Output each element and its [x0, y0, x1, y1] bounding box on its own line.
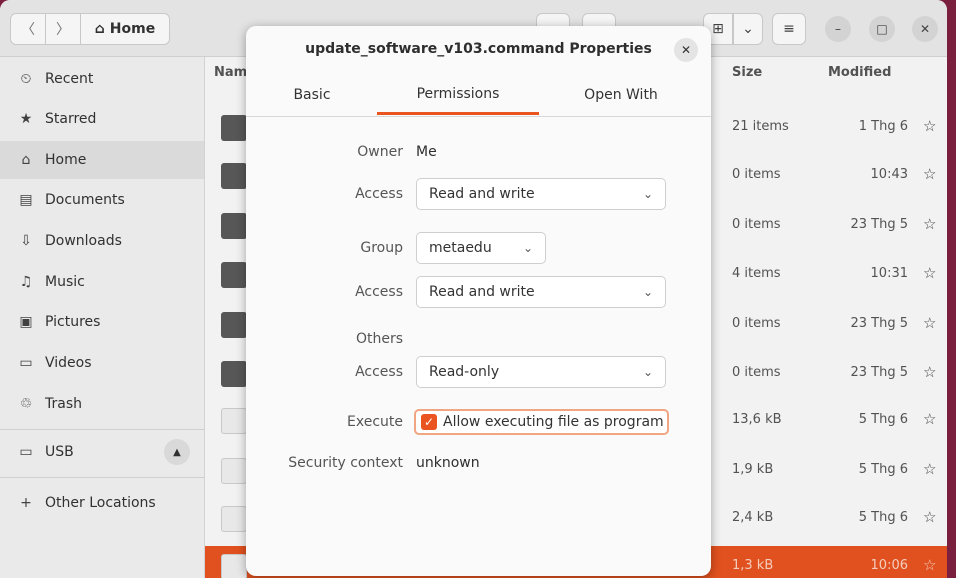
- others-label: Others: [355, 331, 403, 347]
- dialog-title: update_software_v103.command Properties: [305, 41, 652, 57]
- others-access-dropdown[interactable]: Read-only ⌄: [416, 356, 666, 388]
- security-context-value: unknown: [416, 455, 480, 471]
- execute-text: Allow executing file as program: [443, 414, 664, 430]
- chevron-down-icon: ⌄: [522, 241, 533, 255]
- owner-label: Owner: [357, 144, 403, 160]
- tab-permissions[interactable]: Permissions: [377, 76, 539, 115]
- security-context-label: Security context: [288, 455, 403, 471]
- dialog-tabs: Basic Permissions Open With: [246, 76, 711, 117]
- tab-open-with[interactable]: Open With: [551, 76, 691, 114]
- chevron-down-icon: ⌄: [642, 285, 653, 299]
- owner-value: Me: [416, 144, 437, 160]
- properties-dialog: update_software_v103.command Properties …: [246, 26, 711, 576]
- group-access-label: Access: [355, 284, 403, 300]
- execute-label: Execute: [347, 414, 403, 430]
- close-icon: ✕: [680, 43, 692, 57]
- execute-checkbox[interactable]: ✓ Allow executing file as program: [414, 409, 669, 435]
- group-access-dropdown[interactable]: Read and write ⌄: [416, 276, 666, 308]
- group-label: Group: [360, 240, 403, 256]
- group-dropdown[interactable]: metaedu ⌄: [416, 232, 546, 264]
- checkmark-icon: ✓: [421, 414, 437, 430]
- others-access-label: Access: [355, 364, 403, 380]
- tab-basic[interactable]: Basic: [274, 76, 350, 114]
- dialog-close-button[interactable]: ✕: [674, 38, 698, 62]
- chevron-down-icon: ⌄: [642, 187, 653, 201]
- owner-access-dropdown[interactable]: Read and write ⌄: [416, 178, 666, 210]
- owner-access-label: Access: [355, 186, 403, 202]
- chevron-down-icon: ⌄: [642, 365, 653, 379]
